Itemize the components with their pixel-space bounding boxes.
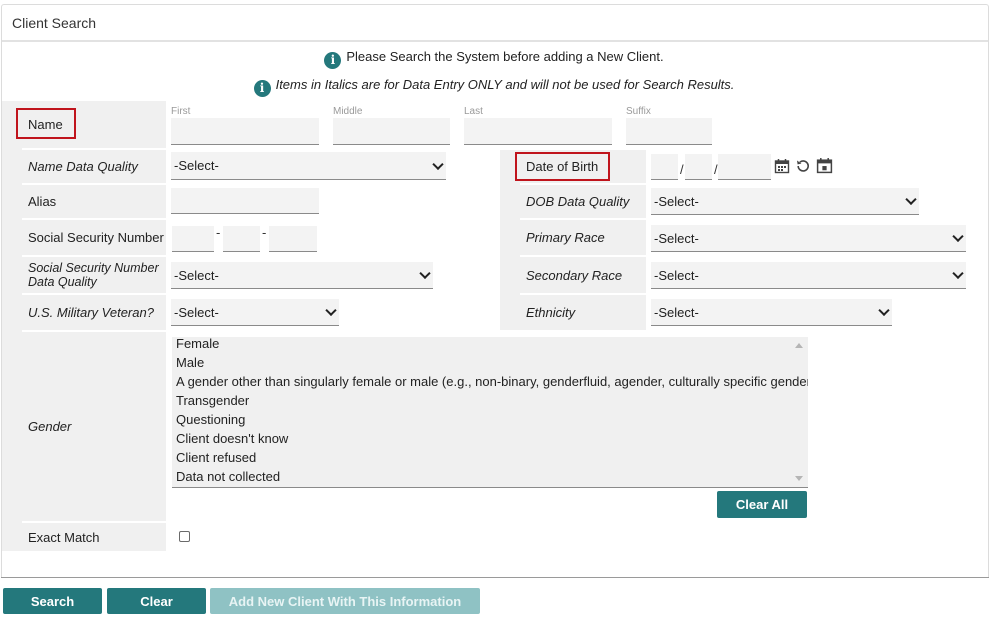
ethnicity-value: -Select-	[654, 304, 699, 320]
gender-option[interactable]: Male	[172, 353, 808, 372]
primary-race-select[interactable]: -Select-	[651, 225, 966, 252]
veteran-label-cell: U.S. Military Veteran?	[22, 295, 166, 330]
search-button[interactable]: Search	[3, 588, 102, 614]
dob-day-input[interactable]	[685, 154, 712, 180]
suffix-label: Suffix	[626, 106, 651, 117]
primary-race-label: Primary Race	[526, 230, 605, 245]
info-message-italics: i Items in Italics are for Data Entry ONL…	[0, 77, 988, 97]
info-text-italics: Items in Italics are for Data Entry ONLY…	[275, 77, 735, 92]
gender-option[interactable]: Client refused	[172, 448, 808, 467]
ssn-quality-select[interactable]: -Select-	[171, 262, 433, 289]
gender-option[interactable]: Data not collected	[172, 467, 808, 486]
dob-data-quality-label: DOB Data Quality	[526, 194, 630, 209]
alias-label-cell: Alias	[22, 185, 166, 218]
secondary-race-label-cell: Secondary Race	[520, 257, 646, 293]
info-icon: i	[324, 52, 342, 69]
middle-name-label: Middle	[333, 106, 363, 117]
row-strip	[2, 101, 22, 551]
suffix-input[interactable]	[626, 118, 712, 145]
gender-label: Gender	[28, 419, 72, 434]
dob-separator: /	[680, 162, 684, 177]
ssn-label: Social Security Number	[28, 230, 164, 245]
ssn-part2-input[interactable]	[223, 226, 260, 252]
chevron-down-icon	[432, 158, 444, 170]
last-name-input[interactable]	[464, 118, 612, 145]
ssn-part1-input[interactable]	[172, 226, 214, 252]
primary-race-value: -Select-	[654, 230, 699, 246]
dob-year-input[interactable]	[718, 154, 771, 180]
chevron-down-icon	[419, 267, 431, 280]
info-text-search: Please Search the System before adding a…	[346, 49, 664, 64]
info-icon: i	[253, 80, 271, 97]
highlight-box-dob	[515, 152, 610, 181]
secondary-race-label: Secondary Race	[526, 267, 623, 283]
chevron-down-icon	[325, 304, 337, 317]
veteran-value: -Select-	[174, 304, 219, 320]
exact-match-checkbox[interactable]	[179, 531, 190, 542]
ssn-quality-label: Social Security Number Data Quality	[28, 261, 159, 289]
chevron-down-icon	[952, 267, 964, 280]
dob-data-quality-value: -Select-	[654, 193, 699, 209]
dob-data-quality-select[interactable]: -Select-	[651, 188, 919, 215]
ssn-separator: -	[262, 225, 267, 240]
ssn-quality-value: -Select-	[174, 267, 219, 283]
ssn-label-cell: Social Security Number	[22, 220, 166, 255]
gender-label-cell: Gender	[22, 332, 166, 521]
alias-label: Alias	[28, 194, 57, 209]
exact-match-label: Exact Match	[28, 529, 100, 545]
ethnicity-label-cell: Ethnicity	[520, 295, 646, 330]
dob-month-input[interactable]	[651, 154, 678, 180]
ssn-quality-label-cell: Social Security Number Data Quality	[22, 257, 166, 293]
reset-icon[interactable]	[795, 158, 811, 174]
panel-title: Client Search	[2, 5, 988, 42]
secondary-race-value: -Select-	[654, 267, 699, 283]
name-data-quality-label-cell: Name Data Quality	[22, 150, 166, 183]
exact-match-label-cell: Exact Match	[22, 523, 166, 551]
chevron-down-icon	[878, 304, 890, 317]
first-name-label: First	[171, 106, 191, 117]
name-data-quality-value: -Select-	[174, 158, 219, 173]
first-name-input[interactable]	[171, 118, 319, 145]
alias-input[interactable]	[171, 188, 319, 214]
gender-option[interactable]: Female	[172, 337, 808, 353]
middle-name-input[interactable]	[333, 118, 450, 145]
ssn-separator: -	[216, 225, 221, 240]
divider	[1, 577, 989, 578]
clear-all-button[interactable]: Clear All	[717, 491, 807, 518]
last-name-label: Last	[464, 106, 483, 117]
secondary-race-select[interactable]: -Select-	[651, 262, 966, 289]
name-data-quality-select[interactable]: -Select-	[171, 152, 446, 180]
veteran-label: U.S. Military Veteran?	[28, 305, 154, 320]
ethnicity-label: Ethnicity	[526, 305, 576, 320]
ssn-part3-input[interactable]	[269, 226, 317, 252]
calendar-icon[interactable]	[774, 158, 790, 174]
scroll-up-arrow-icon[interactable]	[795, 343, 803, 348]
veteran-select[interactable]: -Select-	[171, 299, 339, 326]
chevron-down-icon	[905, 193, 917, 206]
highlight-box-name	[16, 108, 76, 139]
gender-option[interactable]: Questioning	[172, 410, 808, 429]
info-message-search: i Please Search the System before adding …	[0, 49, 988, 69]
gender-option[interactable]: Transgender	[172, 391, 808, 410]
dob-data-quality-label-cell: DOB Data Quality	[520, 185, 646, 218]
gender-multiselect[interactable]: Female Male A gender other than singular…	[172, 337, 808, 488]
primary-race-label-cell: Primary Race	[520, 220, 646, 255]
gender-option[interactable]: A gender other than singularly female or…	[172, 372, 808, 391]
add-new-client-button[interactable]: Add New Client With This Information	[210, 588, 480, 614]
ethnicity-select[interactable]: -Select-	[651, 299, 892, 326]
scroll-down-arrow-icon[interactable]	[795, 476, 803, 481]
name-data-quality-label: Name Data Quality	[28, 159, 138, 174]
clear-button[interactable]: Clear	[107, 588, 206, 614]
gender-option[interactable]: Client doesn't know	[172, 429, 808, 448]
calendar-today-icon[interactable]	[816, 157, 833, 174]
chevron-down-icon	[952, 230, 964, 243]
